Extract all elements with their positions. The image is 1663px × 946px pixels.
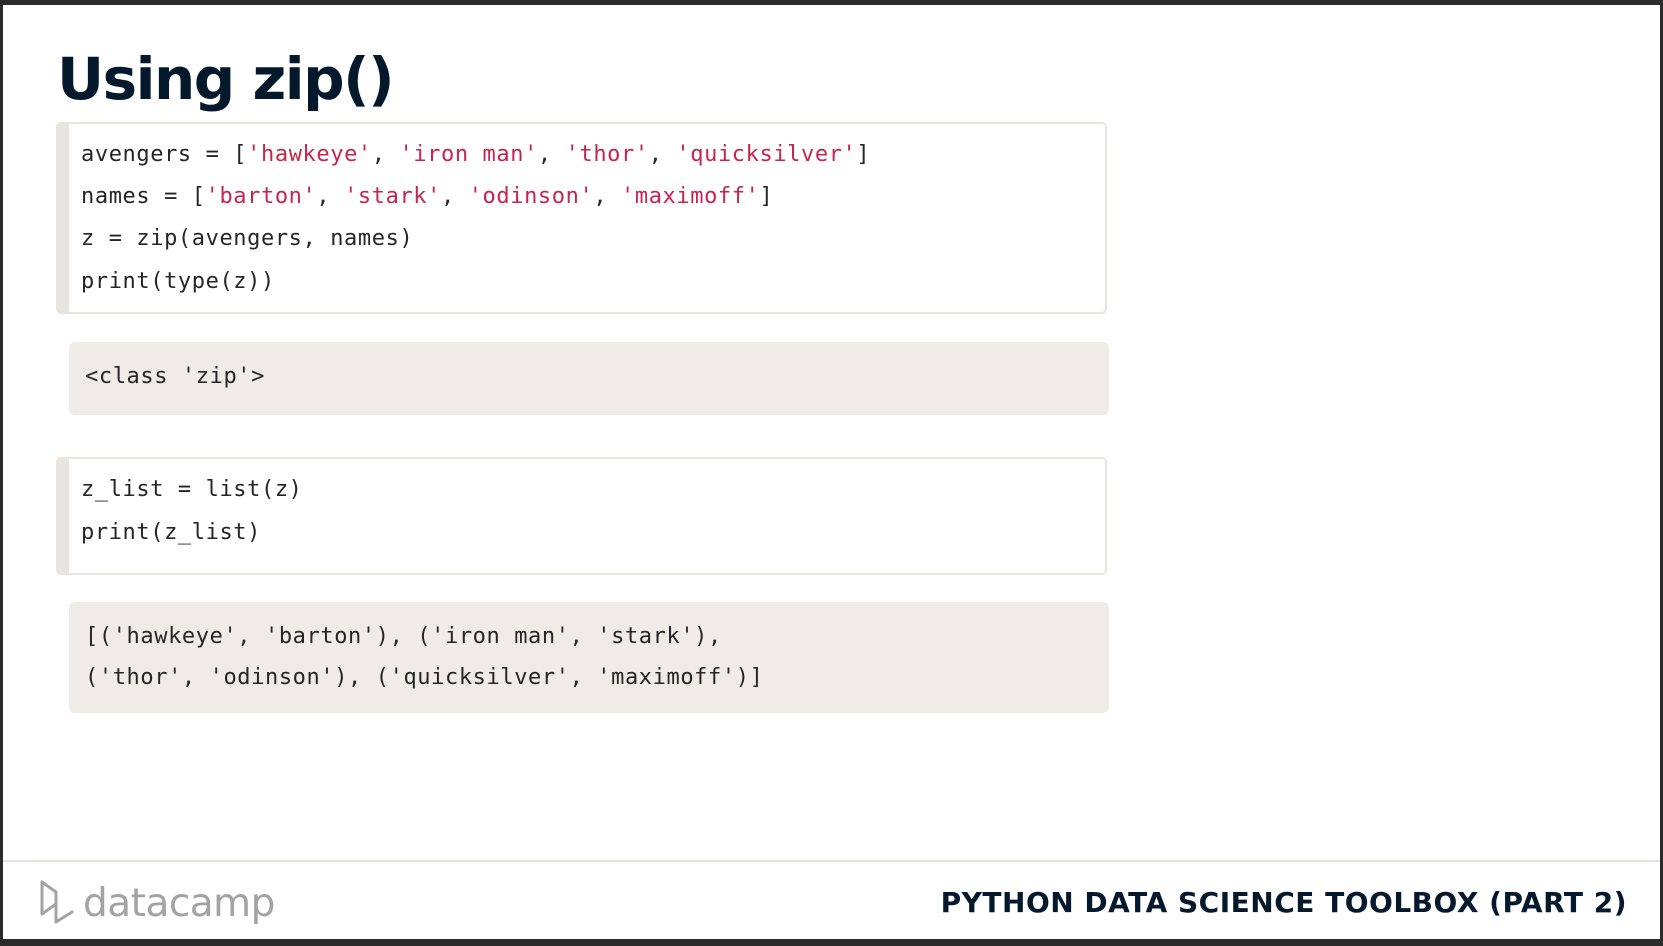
code-token: , <box>593 184 622 209</box>
slide: Using zip() avengers = ['hawkeye', 'iron… <box>3 5 1660 939</box>
code-line: print(z_list) <box>81 520 261 545</box>
output-block-1: <class 'zip'> <box>69 342 1109 415</box>
string-token: 'barton' <box>205 184 317 209</box>
code-token: avengers = [ <box>81 142 248 167</box>
string-token: 'quicksilver' <box>676 142 857 167</box>
string-token: 'iron man' <box>399 142 538 167</box>
code-token: , <box>316 184 345 209</box>
code-line: z = zip(avengers, names) <box>81 226 414 251</box>
footer-divider <box>3 860 1660 862</box>
code-line: names = ['barton', 'stark', 'odinson', '… <box>81 182 773 212</box>
output-block-2: [('hawkeye', 'barton'), ('iron man', 'st… <box>69 602 1109 713</box>
code-line: avengers = ['hawkeye', 'iron man', 'thor… <box>81 140 870 170</box>
string-token: 'stark' <box>344 184 441 209</box>
code-token: , <box>441 184 469 209</box>
code-token: , <box>371 142 400 167</box>
code-line: print(type(z)) <box>81 269 275 294</box>
string-token: 'thor' <box>565 142 649 167</box>
datacamp-logo-icon <box>40 880 74 924</box>
code-token: ] <box>856 142 871 167</box>
string-token: 'odinson' <box>468 184 594 209</box>
code-token: , <box>537 142 566 167</box>
code-line: z_list = list(z) <box>81 477 303 502</box>
code-block-1: avengers = ['hawkeye', 'iron man', 'thor… <box>56 122 1107 314</box>
output-line: ('thor', 'odinson'), ('quicksilver', 'ma… <box>85 665 764 690</box>
code-token: , <box>648 142 677 167</box>
code-token: names = [ <box>81 184 206 209</box>
datacamp-logo-text: datacamp <box>83 881 275 926</box>
output-line: [('hawkeye', 'barton'), ('iron man', 'st… <box>85 624 722 649</box>
datacamp-logo: datacamp <box>39 879 275 929</box>
string-token: 'maximoff' <box>621 184 760 209</box>
code-token: ] <box>759 184 774 209</box>
string-token: 'hawkeye' <box>247 142 372 167</box>
slide-title: Using zip() <box>57 45 395 113</box>
code-block-2: z_list = list(z) print(z_list) <box>56 457 1107 575</box>
course-title: PYTHON DATA SCIENCE TOOLBOX (PART 2) <box>940 886 1627 919</box>
output-line: <class 'zip'> <box>85 364 265 389</box>
